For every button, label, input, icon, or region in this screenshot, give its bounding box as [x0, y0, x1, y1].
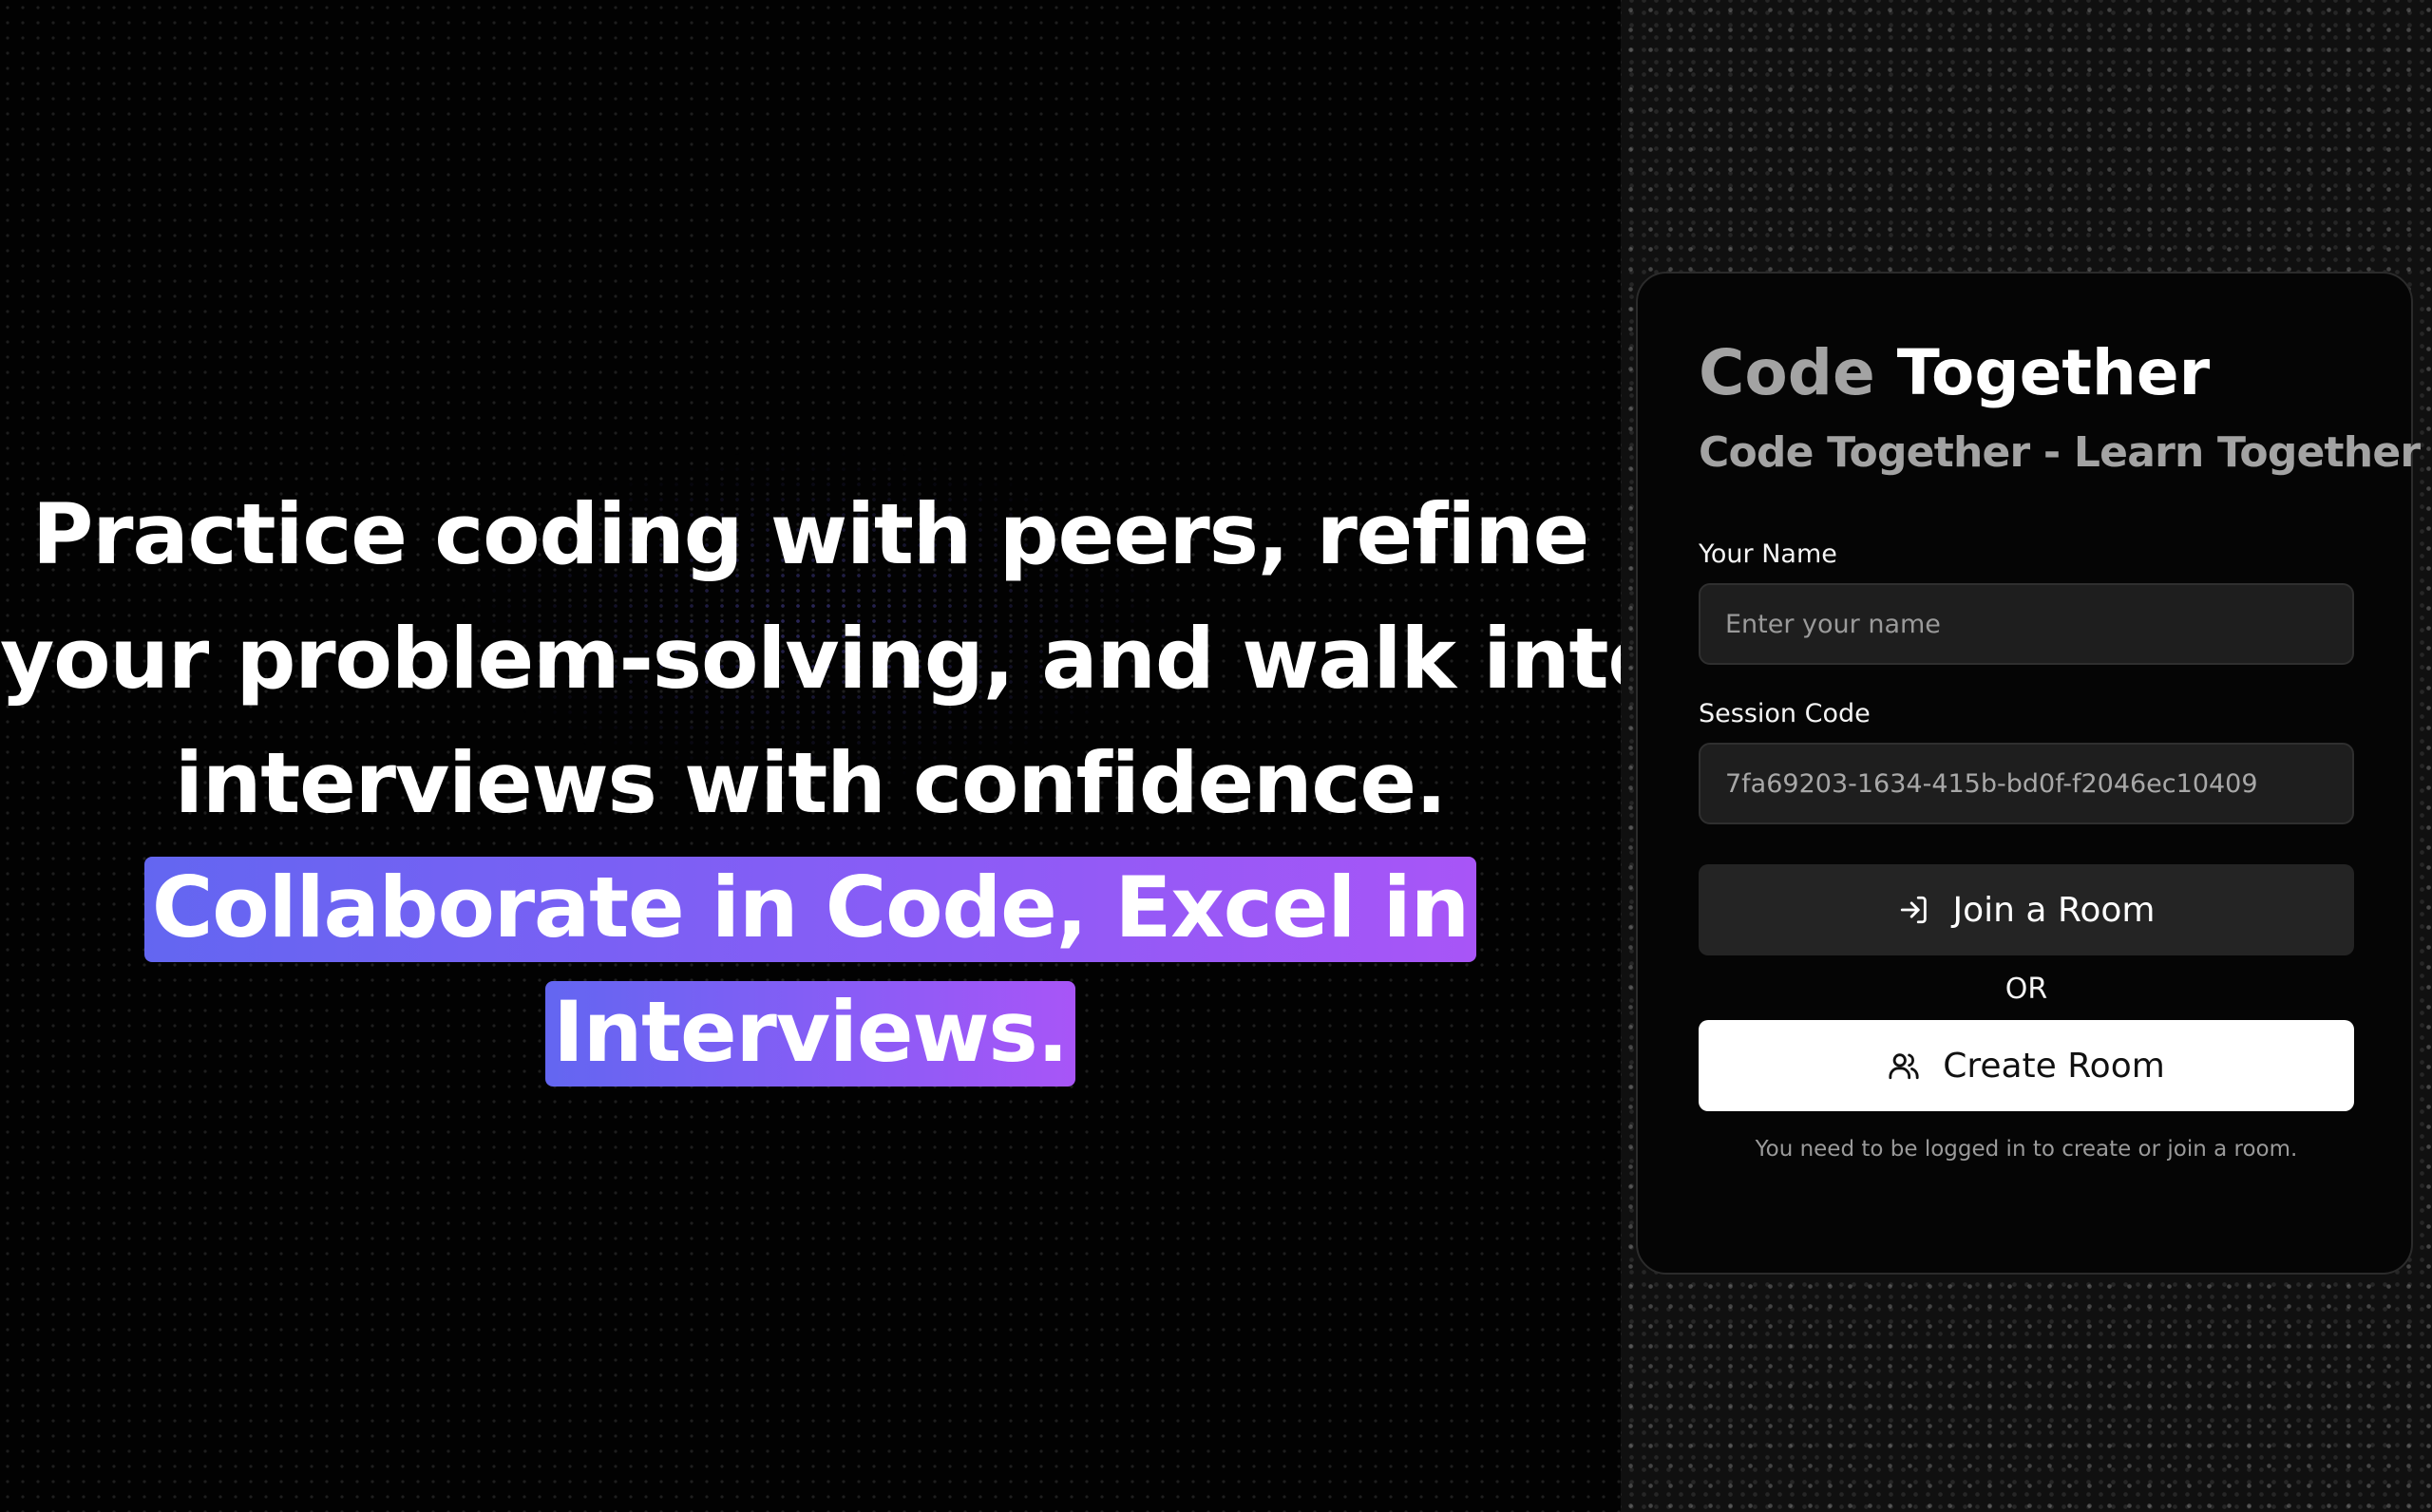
session-code-label: Session Code [1699, 699, 1871, 728]
hero-panel: Practice coding with peers, refine your … [0, 0, 1665, 1512]
hero-line: interviews with confidence. [174, 734, 1447, 832]
join-room-button[interactable]: Join a Room [1699, 864, 2354, 955]
login-required-note: You need to be logged in to create or jo… [1755, 1137, 2298, 1162]
card-title-code: Code [1699, 336, 1875, 409]
hero-highlight-line: Interviews. [0, 970, 1621, 1094]
card-subtitle: Code Together - Learn Together [1699, 428, 2421, 477]
users-icon [1889, 1053, 1919, 1080]
hero-line: Practice coding with peers, refine [31, 485, 1589, 583]
card-title: Code Together [1699, 332, 2350, 414]
name-input[interactable] [1699, 583, 2354, 665]
hero-line: your problem-solving, and walk into [0, 610, 1665, 708]
hero-text: Practice coding with peers, refine your … [0, 472, 1665, 1094]
hero-highlight-line: Collaborate in Code, Excel in [0, 845, 1621, 970]
hero-highlight: Collaborate in Code, Excel in [143, 857, 1477, 962]
card-title-together: Together [1896, 336, 2211, 409]
join-room-label: Join a Room [1952, 890, 2156, 930]
login-icon [1900, 896, 1927, 924]
page: Practice coding with peers, refine your … [0, 0, 2432, 1512]
join-room-card: Code Together Code Together - Learn Toge… [1636, 272, 2421, 1275]
session-code-input[interactable] [1699, 743, 2354, 824]
or-divider: OR [2004, 973, 2048, 1006]
create-room-label: Create Room [1943, 1046, 2165, 1086]
name-label: Your Name [1699, 539, 1837, 569]
hero-highlight: Interviews. [545, 981, 1075, 1087]
create-room-button[interactable]: Create Room [1699, 1020, 2354, 1111]
